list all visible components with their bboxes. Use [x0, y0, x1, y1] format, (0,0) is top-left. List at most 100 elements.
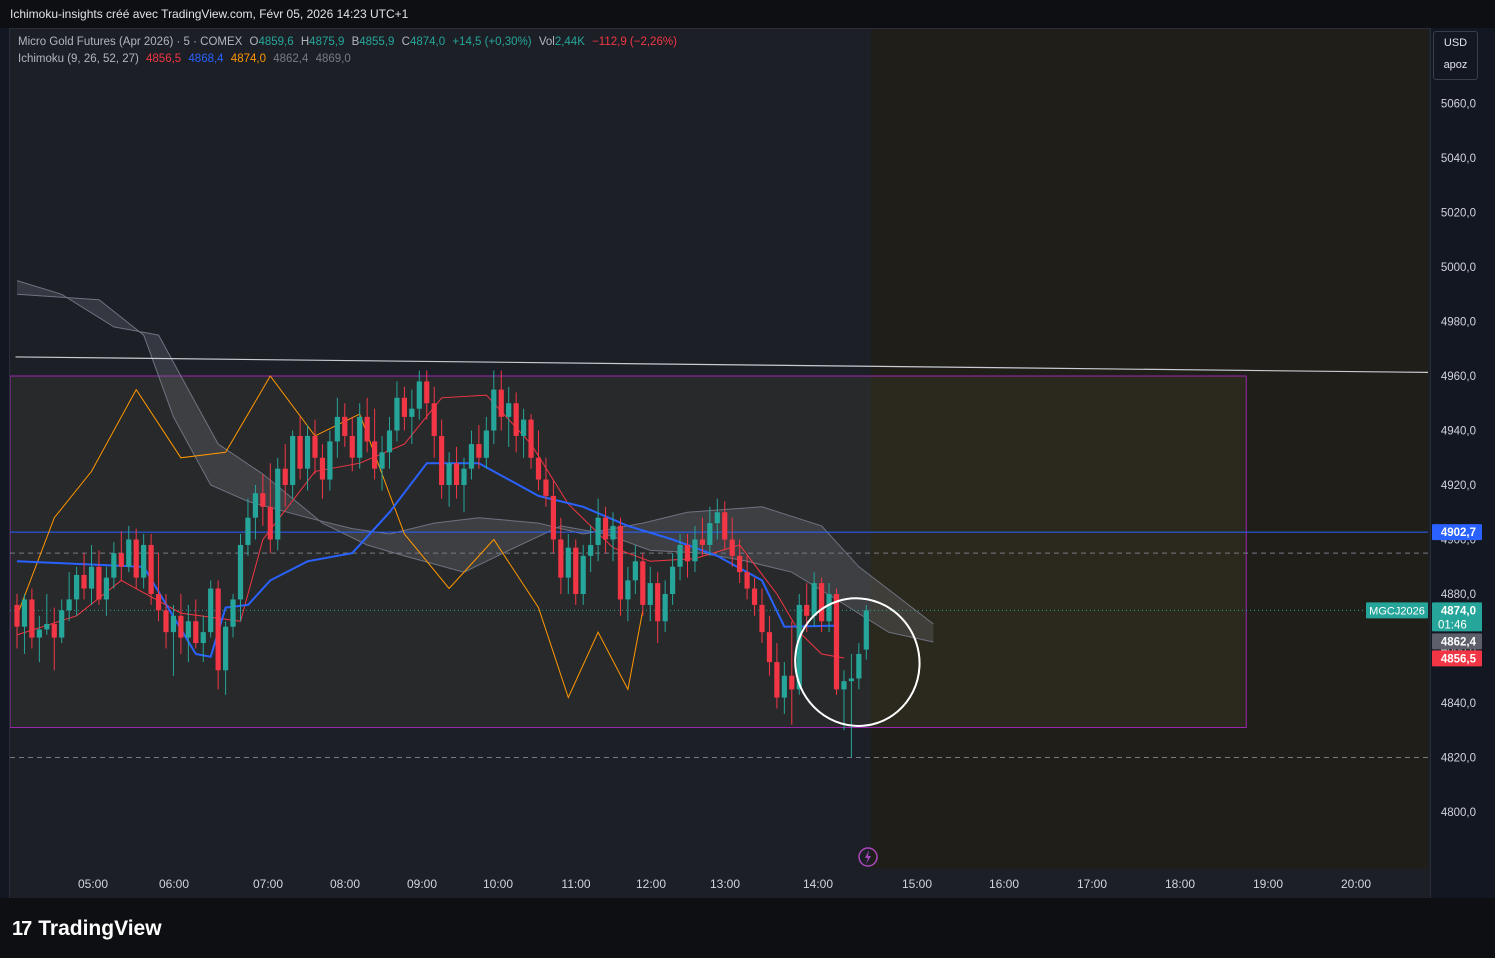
price-tick-label: 4980,0 [1441, 317, 1476, 329]
candle-body [610, 525, 616, 540]
candle-body [684, 544, 691, 562]
candle-body [282, 468, 288, 485]
candle-body [550, 495, 556, 540]
indicator-name[interactable]: Ichimoku (9, 26, 52, 27) [18, 53, 139, 65]
time-tick-label: 12:00 [636, 877, 666, 891]
price-tick-label: 4920,0 [1441, 480, 1476, 492]
candle-body [662, 594, 668, 622]
price-label-value: 4856,5 [1441, 653, 1477, 665]
price-label-value: 4902,7 [1441, 527, 1476, 539]
candle-body [297, 435, 303, 469]
candle-body [617, 525, 624, 600]
candle-body [312, 435, 318, 458]
candle-body [260, 493, 266, 507]
time-tick-label: 14:00 [803, 877, 833, 891]
price-tick-label: 4800,0 [1441, 807, 1476, 819]
candle-body [96, 566, 102, 600]
candle-body [193, 621, 199, 644]
price-label-value: 4862,4 [1441, 636, 1477, 648]
price-chart[interactable]: 5060,0 5040,0 5020,0 5000,0 4980,0 4960,0 4940… [0, 0, 1495, 958]
candle-body [409, 408, 415, 417]
candle-body [237, 544, 244, 600]
candle-body [692, 539, 698, 562]
symbol-name[interactable]: Micro Gold Futures (Apr 2026) · 5 · COME… [18, 36, 242, 48]
time-tick-label: 19:00 [1253, 877, 1283, 891]
time-tick-label: 16:00 [989, 877, 1019, 891]
price-tick-label: 4880,0 [1441, 589, 1476, 601]
candle-body [558, 539, 564, 578]
candle-body [267, 506, 273, 540]
candle-body [141, 544, 147, 578]
candle-body [833, 594, 840, 690]
price-label: 4862,4 [1432, 633, 1482, 650]
candle-body [737, 555, 743, 573]
candle-body [729, 539, 735, 556]
candle-body [722, 512, 728, 540]
symbol-legend-row: Micro Gold Futures (Apr 2026) · 5 · COME… [18, 34, 677, 51]
candle-body [81, 574, 87, 589]
candle-body [178, 615, 184, 638]
time-tick-label: 09:00 [407, 877, 437, 891]
candle-body [319, 457, 326, 480]
currency-sub: apoz [1443, 59, 1468, 71]
candle-body [677, 544, 683, 567]
tenkan-value: 4856,5 [146, 53, 182, 65]
candle-body [543, 479, 549, 496]
time-axis[interactable]: 05:00 06:00 07:00 08:00 09:00 10:00 11:00 12:00… [78, 877, 1371, 891]
candle-body [655, 583, 661, 622]
candle-body [304, 435, 311, 469]
candle-body [766, 632, 773, 663]
last-price-value: 4874,0 [1441, 605, 1476, 617]
candle-body [588, 544, 594, 556]
candle-body [759, 604, 765, 633]
price-tick-label: 5040,0 [1441, 153, 1476, 165]
candle-body [804, 604, 810, 616]
indicator-legend-row: Ichimoku (9, 26, 52, 27) 4856,5 4868,4 4… [18, 51, 677, 68]
candle-body [483, 430, 489, 458]
candle-body [230, 599, 236, 627]
price-tick-label: 4820,0 [1441, 753, 1476, 765]
candle-body [431, 403, 437, 436]
chikou-value: 4874,0 [230, 53, 266, 65]
time-tick-label: 20:00 [1341, 877, 1371, 891]
candle-body [133, 539, 139, 578]
candle-body [707, 523, 713, 545]
candle-body [394, 397, 400, 431]
price-tick-label: 4960,0 [1441, 371, 1476, 383]
candle-body [163, 610, 169, 633]
candle-body [751, 588, 758, 605]
span-a-value: 4862,4 [273, 53, 309, 65]
candle-body [446, 463, 452, 485]
time-tick-label: 11:00 [561, 877, 590, 891]
candle-body [44, 623, 50, 630]
candle-body [424, 381, 430, 404]
open-value: 4859,6 [258, 36, 294, 48]
candle-body [66, 599, 72, 611]
candle-body [744, 572, 750, 589]
tradingview-logo[interactable]: 17 TradingView [12, 917, 162, 941]
high-value: 4875,9 [309, 36, 345, 48]
change-value: +14,5 (+0,30%) [452, 36, 532, 48]
candle-body [200, 632, 206, 644]
time-tick-label: 05:00 [78, 877, 108, 891]
time-tick-label: 08:00 [330, 877, 360, 891]
candle-body [155, 594, 162, 611]
candle-body [513, 403, 519, 436]
candle-body [498, 389, 504, 417]
price-tick-label: 4840,0 [1441, 698, 1476, 710]
candle-body [29, 599, 35, 638]
volume-label: Vol [538, 36, 555, 48]
candle-body [573, 547, 579, 594]
span-b-value: 4869,0 [315, 53, 351, 65]
candle-body [856, 653, 862, 679]
footer-bar [0, 898, 1495, 958]
candle-body [215, 588, 221, 671]
candle-body [111, 553, 117, 578]
candle-body [118, 553, 124, 567]
candle-body [252, 493, 258, 518]
currency-button[interactable]: USD apoz [1433, 31, 1478, 80]
time-tick-label: 10:00 [483, 877, 513, 891]
candle-body [699, 539, 705, 545]
candle-body [468, 444, 475, 469]
candle-body [528, 419, 534, 458]
